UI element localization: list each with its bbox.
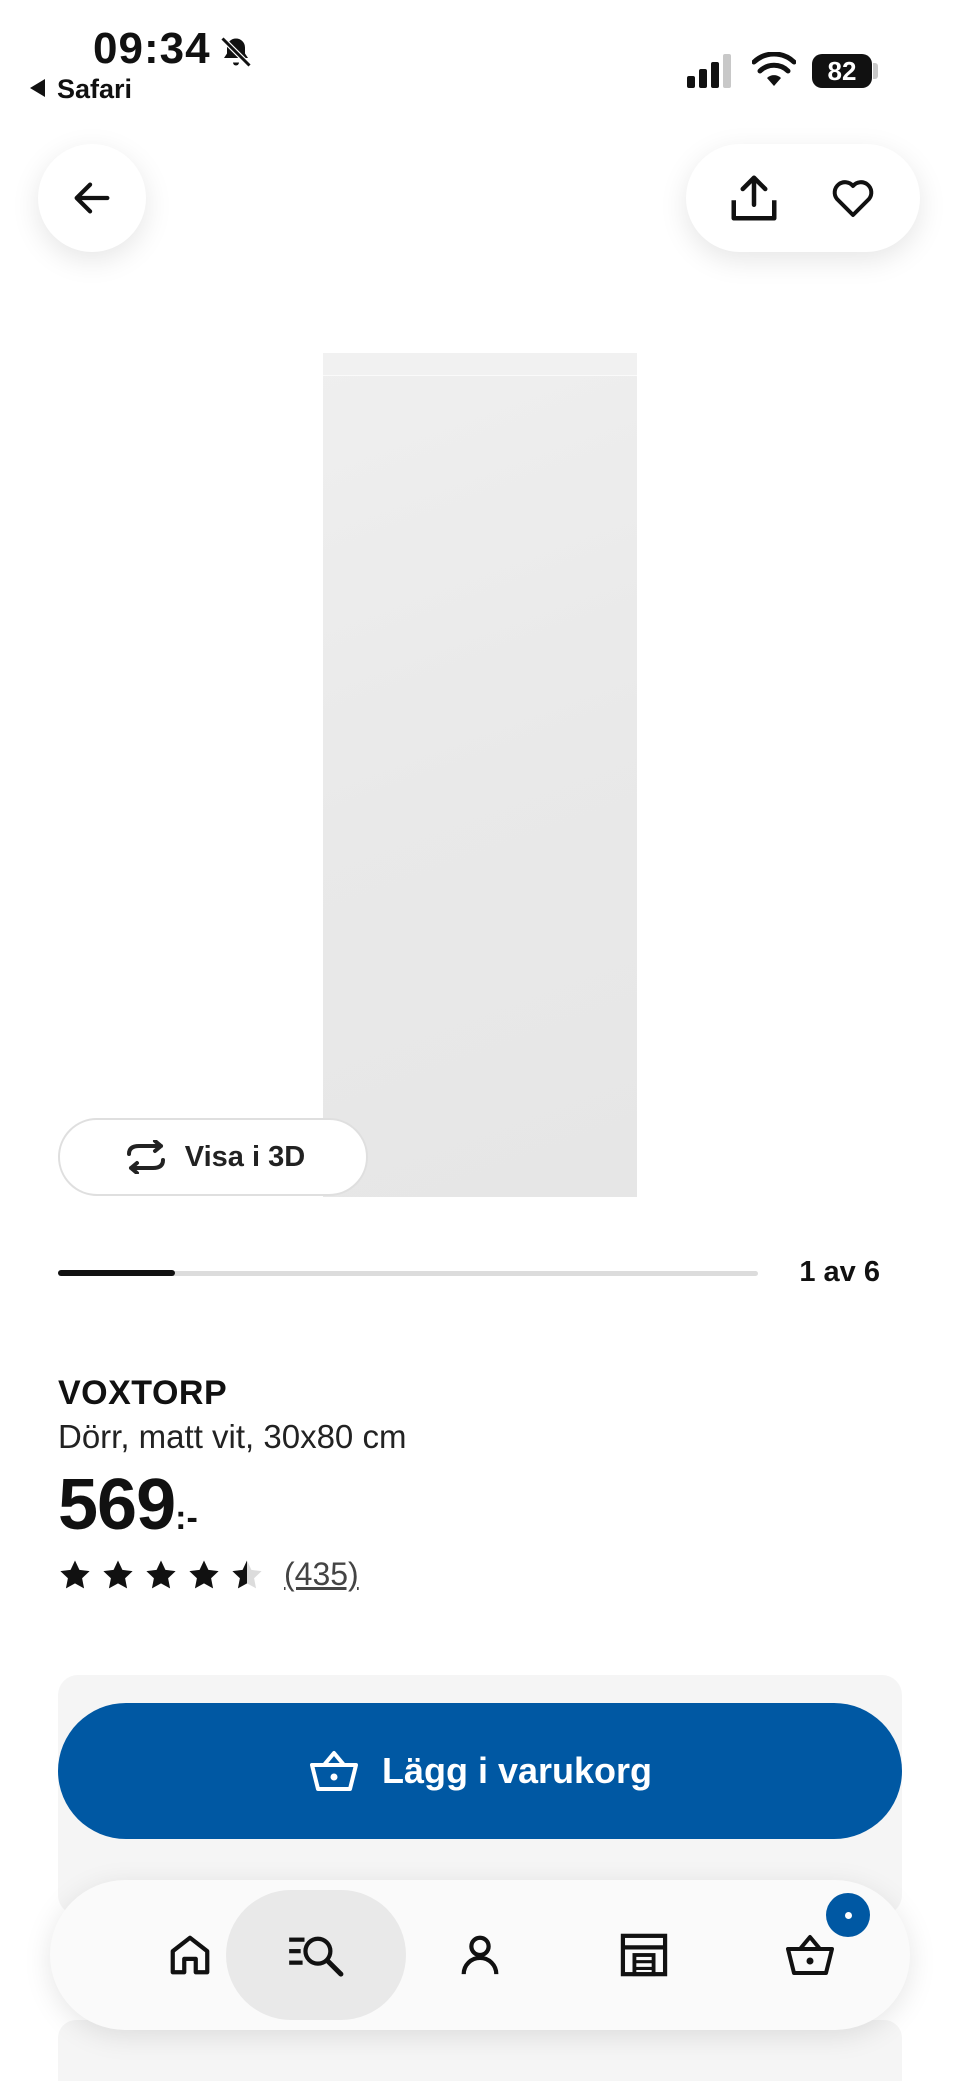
nav-search[interactable] <box>226 1890 406 2020</box>
share-icon <box>731 175 776 221</box>
product-name[interactable]: VOXTORP <box>58 1374 227 1413</box>
star-icon <box>60 1560 90 1588</box>
bottom-navigation <box>50 1880 910 2030</box>
review-count-link[interactable]: (435) <box>284 1556 359 1593</box>
wifi-icon <box>752 52 796 86</box>
rating-stars <box>58 1558 264 1592</box>
top-actions <box>686 144 920 252</box>
basket-icon <box>309 1751 358 1791</box>
add-to-cart-label: Lägg i varukorg <box>381 1750 653 1791</box>
star-icon <box>146 1560 176 1588</box>
back-to-safari[interactable]: Safari <box>30 74 132 105</box>
back-button[interactable] <box>38 144 146 252</box>
bell-slash-icon <box>220 36 252 68</box>
home-icon <box>170 1935 210 1975</box>
arrow-left-icon <box>74 182 110 214</box>
nav-stores[interactable] <box>554 1908 734 2002</box>
basket-icon <box>786 1935 834 1975</box>
back-app-label: Safari <box>57 74 133 104</box>
carousel-progress <box>58 1270 175 1276</box>
price-value: 569 <box>58 1465 176 1545</box>
back-triangle-icon <box>30 79 45 97</box>
product-image[interactable] <box>323 353 637 1197</box>
star-icon <box>103 1560 133 1588</box>
image-counter: 1 av 6 <box>799 1256 880 1288</box>
share-button[interactable] <box>719 163 789 233</box>
nav-profile[interactable] <box>390 1908 570 2002</box>
rotate-3d-icon <box>126 1140 165 1174</box>
cart-badge-dot <box>844 1911 852 1919</box>
signal-icon <box>687 54 731 88</box>
view-3d-button[interactable]: Visa i 3D <box>58 1118 368 1196</box>
price-suffix: :- <box>175 1499 198 1537</box>
heart-icon <box>832 180 873 217</box>
product-image-top-edge <box>323 353 637 376</box>
product-rating[interactable]: (435) <box>58 1556 359 1593</box>
search-menu-icon <box>289 1936 344 1977</box>
battery-tip <box>873 63 878 79</box>
favorite-button[interactable] <box>818 163 888 233</box>
add-to-cart-button[interactable]: Lägg i varukorg <box>58 1703 902 1839</box>
star-icon <box>232 1560 262 1588</box>
status-time: 09:34 <box>93 24 211 73</box>
nav-cart[interactable] <box>720 1908 900 2002</box>
battery-icon: 82 <box>812 54 872 88</box>
star-icon <box>189 1560 219 1588</box>
cart-badge <box>826 1893 870 1937</box>
user-icon <box>461 1935 499 1975</box>
store-icon <box>620 1933 668 1977</box>
product-price: 569:- <box>58 1464 198 1546</box>
view-3d-label: Visa i 3D <box>184 1140 306 1173</box>
product-description: Dörr, matt vit, 30x80 cm <box>58 1418 407 1455</box>
